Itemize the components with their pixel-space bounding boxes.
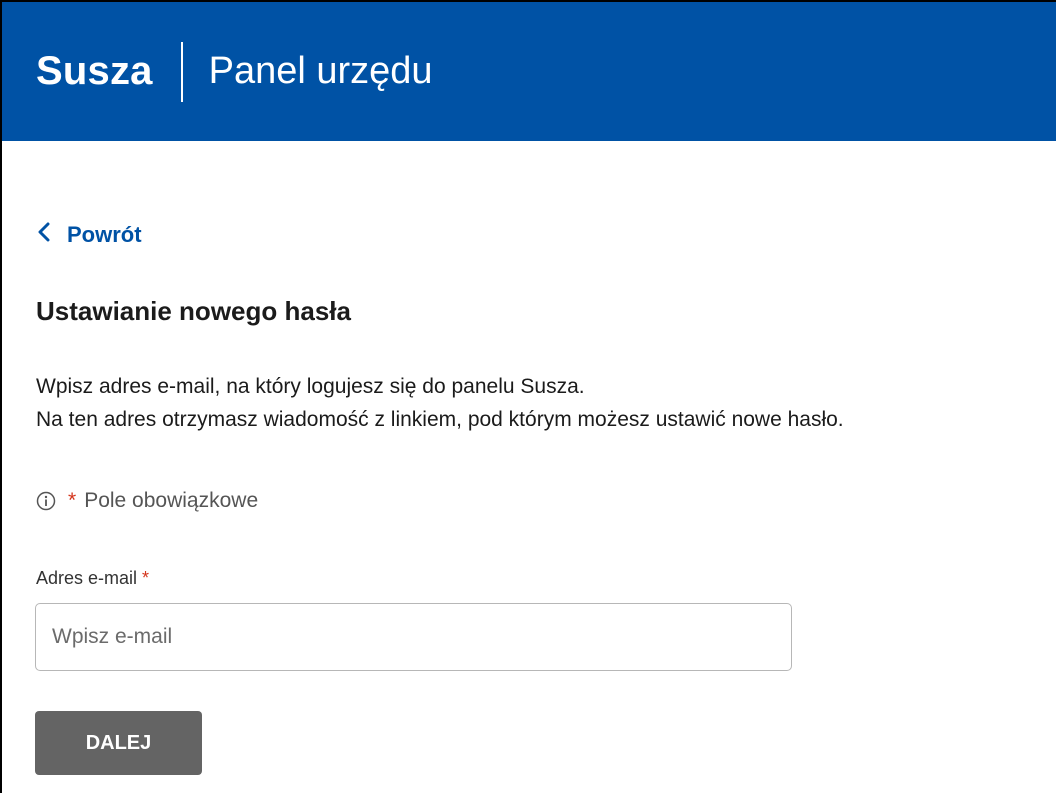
chevron-left-icon — [37, 222, 55, 248]
back-link[interactable]: Powrót — [37, 222, 142, 248]
email-label: Adres e-mail * — [36, 568, 149, 589]
header-divider — [180, 41, 183, 102]
brand-logo[interactable]: Susza — [36, 49, 153, 94]
email-input[interactable] — [35, 603, 792, 671]
page-title: Ustawianie nowego hasła — [36, 296, 351, 326]
page-description: Wpisz adres e-mail, na który logujesz si… — [36, 370, 844, 436]
description-line: Wpisz adres e-mail, na który logujesz si… — [36, 375, 585, 398]
next-button[interactable]: DALEJ — [35, 711, 202, 775]
required-fields-note: * Pole obowiązkowe — [36, 489, 258, 513]
email-label-text: Adres e-mail — [36, 568, 138, 588]
header-subtitle: Panel urzędu — [208, 50, 433, 92]
email-required-asterisk: * — [142, 568, 150, 588]
back-link-label: Powrót — [67, 222, 142, 247]
info-circle-icon — [36, 491, 56, 511]
description-line: Na ten adres otrzymasz wiadomość z linki… — [36, 408, 844, 431]
app-header: Susza Panel urzędu — [2, 2, 1056, 141]
required-note-text: Pole obowiązkowe — [84, 489, 259, 512]
required-asterisk: * — [68, 489, 77, 512]
